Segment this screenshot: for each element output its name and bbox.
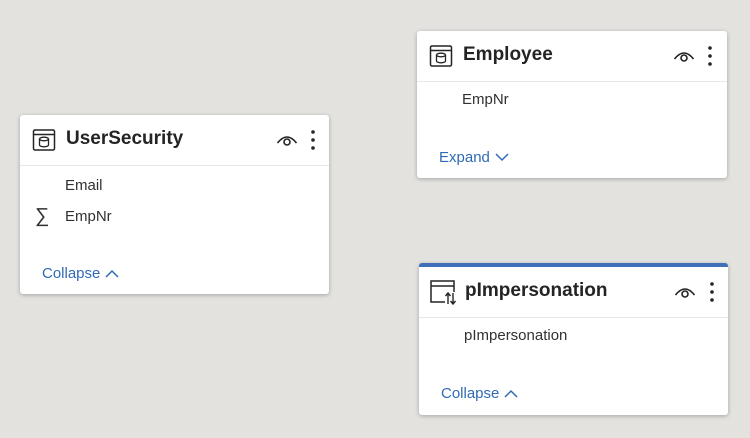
table-card-header[interactable]: pImpersonation bbox=[419, 267, 728, 318]
table-title: Employee bbox=[463, 44, 553, 65]
chevron-down-icon bbox=[495, 153, 509, 162]
field-empnr[interactable]: EmpNr bbox=[65, 208, 112, 225]
field-email[interactable]: Email bbox=[65, 177, 103, 194]
eye-icon[interactable] bbox=[674, 284, 696, 300]
eye-icon[interactable] bbox=[673, 48, 695, 64]
table-title: pImpersonation bbox=[465, 280, 608, 301]
table-card-pimpersonation[interactable]: pImpersonation pImpersonation Collapse bbox=[419, 263, 728, 415]
table-card-header[interactable]: Employee bbox=[417, 31, 727, 82]
collapse-label: Collapse bbox=[441, 385, 500, 402]
chevron-up-icon bbox=[105, 269, 119, 278]
more-options-icon[interactable] bbox=[708, 280, 716, 304]
field-empnr[interactable]: EmpNr bbox=[462, 91, 509, 108]
field-pimpersonation[interactable]: pImpersonation bbox=[464, 327, 567, 344]
collapse-button[interactable]: Collapse bbox=[42, 265, 119, 282]
parameter-table-icon bbox=[430, 280, 457, 306]
table-title: UserSecurity bbox=[66, 128, 184, 149]
table-icon bbox=[32, 129, 56, 151]
sum-icon: ∑ bbox=[35, 205, 50, 227]
chevron-up-icon bbox=[504, 389, 518, 398]
table-card-usersecurity[interactable]: UserSecurity Email ∑ EmpNr Collapse bbox=[20, 115, 329, 294]
expand-button[interactable]: Expand bbox=[439, 149, 509, 166]
table-icon bbox=[429, 45, 453, 67]
collapse-button[interactable]: Collapse bbox=[441, 385, 518, 402]
more-options-icon[interactable] bbox=[706, 44, 714, 68]
expand-label: Expand bbox=[439, 149, 490, 166]
eye-icon[interactable] bbox=[276, 132, 298, 148]
table-card-header[interactable]: UserSecurity bbox=[20, 115, 329, 166]
more-options-icon[interactable] bbox=[309, 128, 317, 152]
collapse-label: Collapse bbox=[42, 265, 101, 282]
table-card-employee[interactable]: Employee EmpNr Expand bbox=[417, 31, 727, 178]
